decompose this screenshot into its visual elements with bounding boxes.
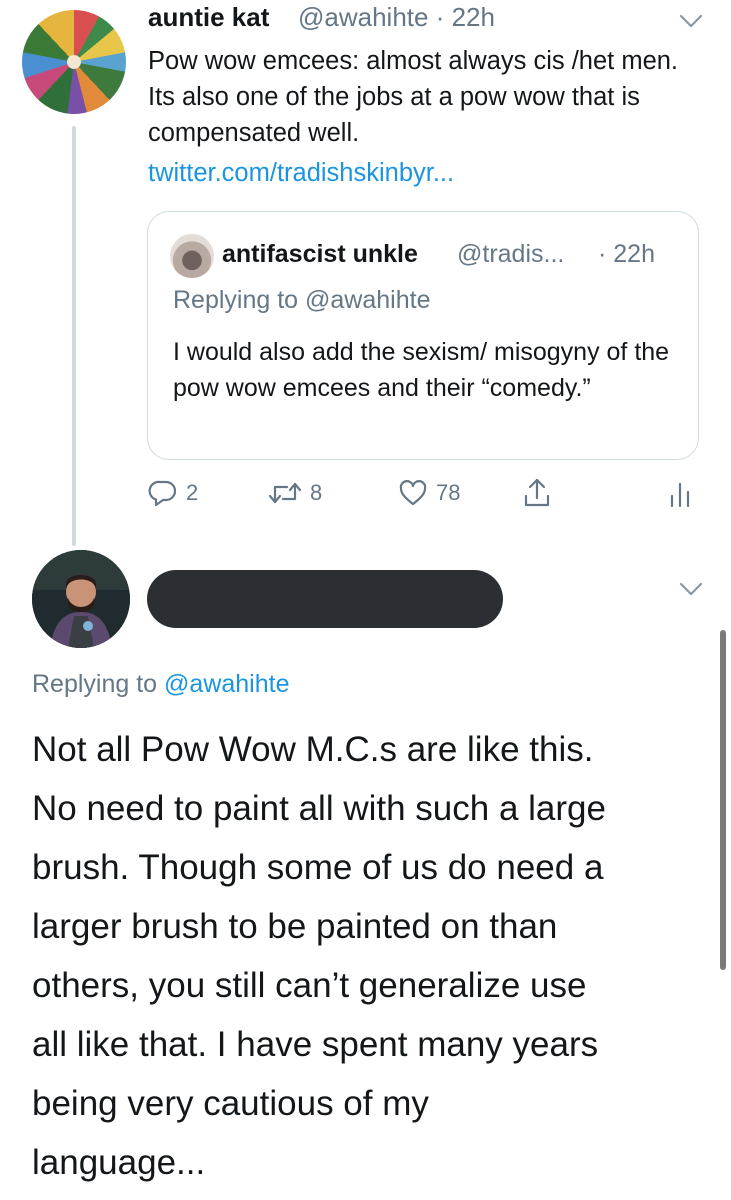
quoted-replying-to: Replying to @awahihte [173, 286, 431, 314]
share-button[interactable] [522, 476, 552, 510]
reply-icon [148, 480, 177, 507]
scrollbar[interactable] [720, 630, 726, 970]
replying-to-prefix: Replying to [32, 670, 165, 698]
reply-button[interactable]: 2 [148, 478, 198, 508]
analytics-icon [670, 482, 690, 508]
avatar[interactable] [32, 550, 130, 648]
chevron-down-icon[interactable] [678, 580, 704, 598]
share-icon [524, 478, 550, 507]
redacted-name [147, 570, 503, 628]
quoted-display-name: antifascist unkle [222, 240, 418, 268]
quoted-tweet-text: I would also add the sexism/ misogyny of… [173, 338, 670, 402]
quoted-avatar [170, 234, 214, 278]
replying-to: Replying to @awahihte [32, 670, 289, 699]
retweet-button[interactable]: 8 [268, 478, 322, 508]
chevron-down-icon[interactable] [678, 12, 704, 30]
quoted-handle: @tradis... [457, 240, 565, 268]
quoted-time: · 22h [598, 240, 655, 268]
tweet-link[interactable]: twitter.com/tradishskinbyr... [148, 155, 454, 191]
replying-to-handle[interactable]: @awahihte [164, 670, 289, 698]
thread-connector-line [72, 126, 76, 546]
retweet-icon [268, 482, 302, 504]
display-name[interactable]: auntie kat [148, 2, 269, 33]
handle-and-time: @awahihte · 22h [298, 2, 495, 32]
analytics-button[interactable] [668, 480, 692, 508]
tweet-text: Pow wow emcees: almost always cis /het m… [148, 47, 679, 147]
retweet-count: 8 [310, 480, 323, 505]
reply-count: 2 [186, 480, 199, 505]
like-count: 78 [436, 480, 461, 505]
person-photo [32, 550, 130, 648]
like-button[interactable]: 78 [398, 478, 460, 508]
like-icon [399, 480, 427, 506]
tweet-text: Not all Pow Wow M.C.s are like this. No … [32, 730, 606, 1182]
avatar[interactable] [22, 10, 126, 114]
